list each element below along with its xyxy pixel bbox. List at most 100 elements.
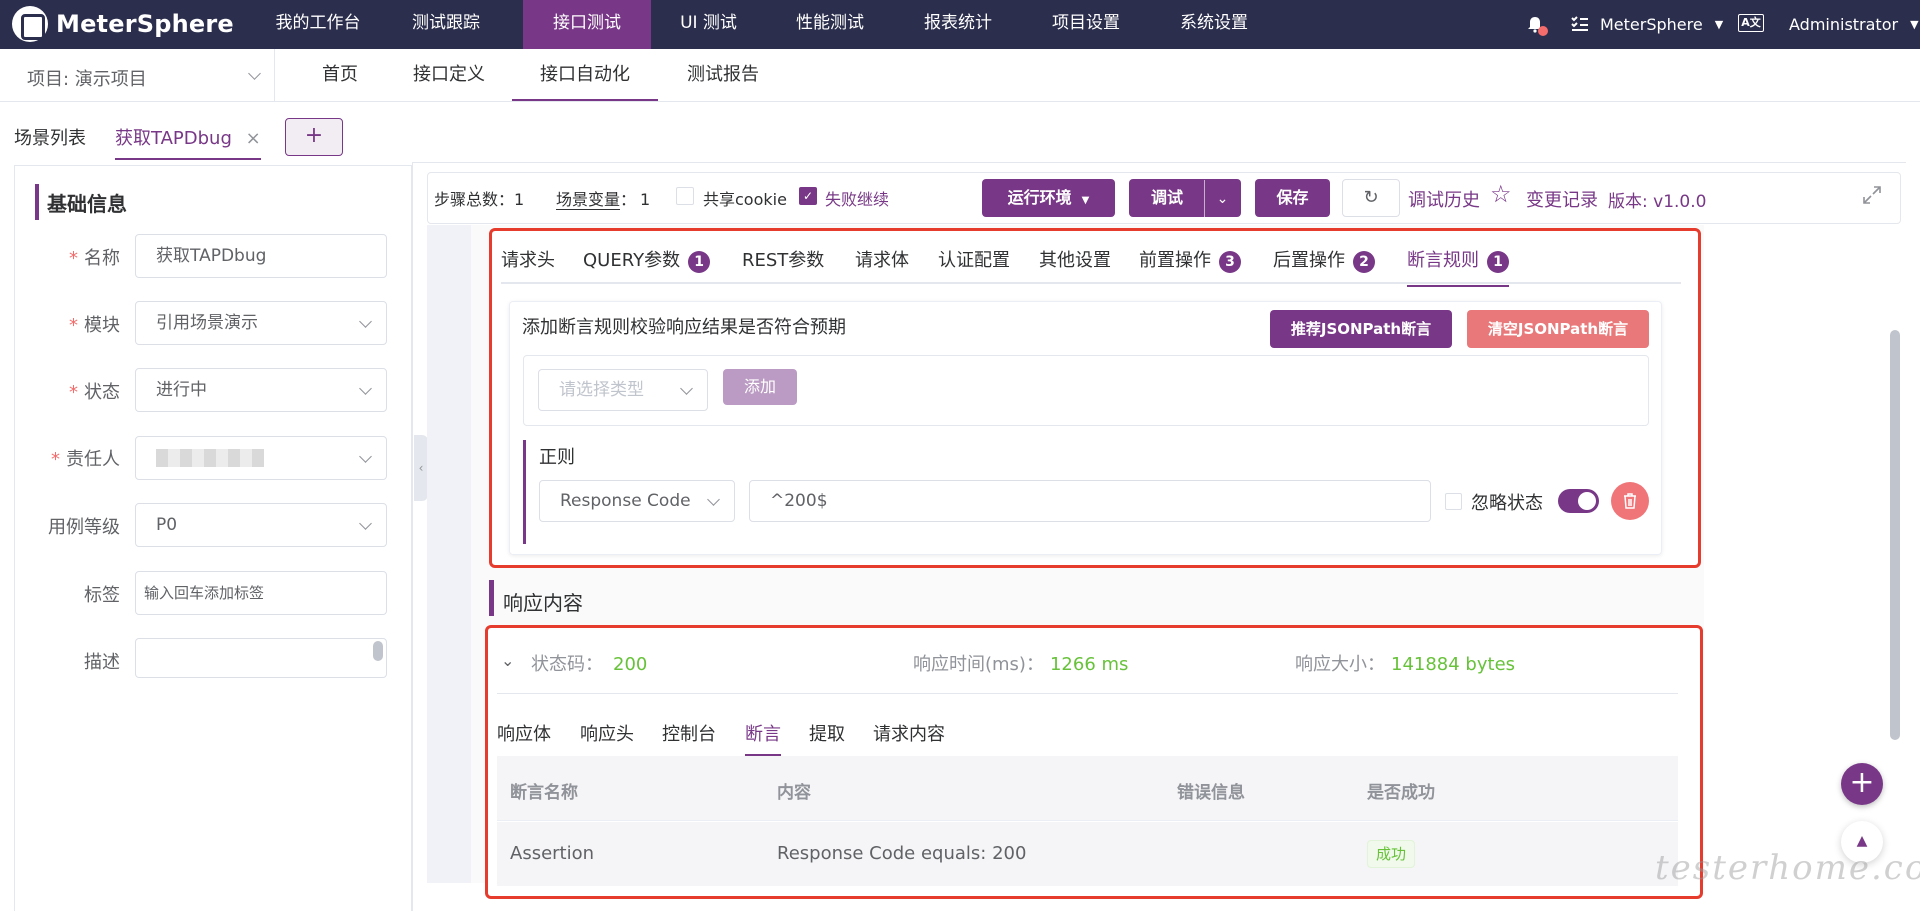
fail-continue-checkbox[interactable]: ✓ <box>799 187 817 205</box>
user-name: Administrator <box>1789 15 1899 34</box>
section-marker <box>35 184 39 220</box>
delete-icon[interactable] <box>1611 482 1649 520</box>
tab-request-body[interactable]: 请求体 <box>855 246 909 272</box>
resp-tab-extract[interactable]: 提取 <box>809 720 845 746</box>
tab-assertion-rules[interactable]: 断言规则 1 <box>1407 246 1509 287</box>
enable-toggle[interactable] <box>1558 489 1599 513</box>
nav-ui-test[interactable]: UI 测试 <box>651 0 766 49</box>
status-badge: 成功 <box>1367 840 1416 868</box>
ignore-status-label: 忽略状态 <box>1471 493 1543 514</box>
tab-rest-params[interactable]: REST参数 <box>742 246 824 272</box>
add-assertion-button[interactable]: 添加 <box>723 369 797 405</box>
subnav-api-definition[interactable]: 接口定义 <box>404 49 494 101</box>
project-name: 项目: 演示项目 <box>27 69 147 90</box>
subnav-api-automation[interactable]: 接口自动化 <box>512 49 658 101</box>
regex-title: 正则 <box>539 447 575 468</box>
recommend-jsonpath-button[interactable]: 推荐JSONPath断言 <box>1270 310 1452 348</box>
caret-down-icon: ▼ <box>1910 18 1919 31</box>
tab-query-params[interactable]: QUERY参数 1 <box>583 246 711 273</box>
regex-expression-input[interactable]: ^200$ <box>749 480 1431 522</box>
assertion-type-select[interactable]: 请选择类型 <box>538 369 708 411</box>
debug-history-link[interactable]: 调试历史 <box>1408 186 1480 212</box>
step-area-gutter <box>427 225 471 883</box>
run-env-button[interactable]: 运行环境 ▼ <box>982 179 1115 217</box>
nav-project-settings[interactable]: 项目设置 <box>1022 0 1150 49</box>
regex-subject-select[interactable]: Response Code <box>539 480 735 522</box>
chevron-down-icon <box>680 382 693 395</box>
owner-select[interactable] <box>135 436 387 480</box>
col-error: 错误信息 <box>1177 783 1245 803</box>
main-scrollbar[interactable] <box>1890 330 1900 740</box>
subnav-home[interactable]: 首页 <box>300 49 380 101</box>
scene-tab-current[interactable]: 获取TAPDbug × <box>115 112 261 160</box>
caret-down-icon: ▼ <box>1714 18 1724 31</box>
regex-marker <box>523 440 526 544</box>
tab-other-settings[interactable]: 其他设置 <box>1039 246 1111 272</box>
resp-tab-console[interactable]: 控制台 <box>662 720 716 746</box>
workspace-switch[interactable]: MeterSphere ▼ <box>1600 0 1723 49</box>
resp-tab-body[interactable]: 响应体 <box>497 720 551 746</box>
col-content: 内容 <box>777 783 811 803</box>
close-icon[interactable]: × <box>246 128 261 149</box>
nav-test-track[interactable]: 测试跟踪 <box>382 0 510 49</box>
module-select[interactable]: 引用场景演示 <box>135 301 387 345</box>
version-label[interactable]: 版本: v1.0.0 <box>1608 187 1706 212</box>
language-icon[interactable]: A文 <box>1738 14 1764 32</box>
chevron-down-icon <box>707 493 720 506</box>
debug-button[interactable]: 调试 ⌄ <box>1129 179 1241 218</box>
tab-auth-config[interactable]: 认证配置 <box>938 246 1010 272</box>
scene-tab-label: 获取TAPDbug <box>115 128 232 149</box>
project-selector[interactable]: 项目: 演示项目 <box>0 49 275 102</box>
fullscreen-icon[interactable] <box>1861 184 1883 206</box>
nav-reports[interactable]: 报表统计 <box>894 0 1022 49</box>
chevron-down-icon <box>248 67 261 80</box>
name-input[interactable]: 获取TAPDbug <box>135 234 387 278</box>
nav-api-test[interactable]: 接口测试 <box>523 0 651 49</box>
tab-post-processors[interactable]: 后置操作 2 <box>1273 246 1375 273</box>
clear-jsonpath-button[interactable]: 清空JSONPath断言 <box>1467 310 1649 348</box>
tab-headers[interactable]: 请求头 <box>501 246 555 272</box>
save-button[interactable]: 保存 <box>1255 179 1330 217</box>
add-tab-button[interactable]: + <box>285 118 343 156</box>
tab-pre-processors[interactable]: 前置操作 3 <box>1139 246 1241 273</box>
user-menu[interactable]: Administrator ▼ <box>1789 0 1919 49</box>
chevron-down-icon: ⌄ <box>1204 180 1240 218</box>
add-step-button[interactable]: + <box>1841 763 1883 805</box>
star-icon[interactable]: ☆ <box>1490 182 1512 206</box>
task-list-icon[interactable] <box>1571 15 1589 33</box>
level-select[interactable]: P0 <box>135 503 387 547</box>
sub-navbar <box>0 49 1920 102</box>
watermark: testerhome.com <box>1655 848 1920 888</box>
status-code: 状态码： 200 <box>531 654 648 675</box>
fail-continue-label: 失败继续 <box>825 190 890 209</box>
scene-variables[interactable]: 场景变量： 1 <box>556 186 650 210</box>
ignore-status-checkbox[interactable] <box>1445 493 1462 510</box>
app-logo[interactable]: MeterSphere <box>12 6 234 42</box>
status-select[interactable]: 进行中 <box>135 368 387 412</box>
col-success: 是否成功 <box>1367 783 1435 803</box>
chevron-down-icon <box>359 315 372 328</box>
resp-tab-assertion[interactable]: 断言 <box>745 720 781 756</box>
change-record-link[interactable]: 变更记录 <box>1526 186 1598 212</box>
nav-workbench[interactable]: 我的工作台 <box>254 0 382 49</box>
basic-info-title: 基础信息 <box>47 192 127 216</box>
row-assertion-name: Assertion <box>510 843 595 864</box>
nav-performance-test[interactable]: 性能测试 <box>766 0 894 49</box>
nav-system-settings[interactable]: 系统设置 <box>1150 0 1278 49</box>
steps-count: 步骤总数：1 <box>434 190 525 209</box>
share-cookie-checkbox[interactable] <box>676 187 694 205</box>
textarea-scrollbar[interactable] <box>373 641 383 661</box>
resp-tab-request[interactable]: 请求内容 <box>873 720 945 746</box>
subnav-test-report[interactable]: 测试报告 <box>678 49 768 101</box>
name-label: * 名称 <box>69 248 120 269</box>
chevron-down-icon <box>359 517 372 530</box>
col-assertion-name: 断言名称 <box>510 783 578 803</box>
description-textarea[interactable] <box>135 638 387 678</box>
scene-list-tab[interactable]: 场景列表 <box>14 124 86 150</box>
owner-label: * 责任人 <box>51 449 120 470</box>
response-time: 响应时间(ms)： 1266 ms <box>913 654 1129 675</box>
resp-tab-headers[interactable]: 响应头 <box>580 720 634 746</box>
refresh-icon[interactable]: ↻ <box>1342 179 1400 217</box>
chevron-down-icon[interactable]: ⌄ <box>501 651 514 670</box>
tags-input[interactable]: 输入回车添加标签 <box>135 571 387 615</box>
